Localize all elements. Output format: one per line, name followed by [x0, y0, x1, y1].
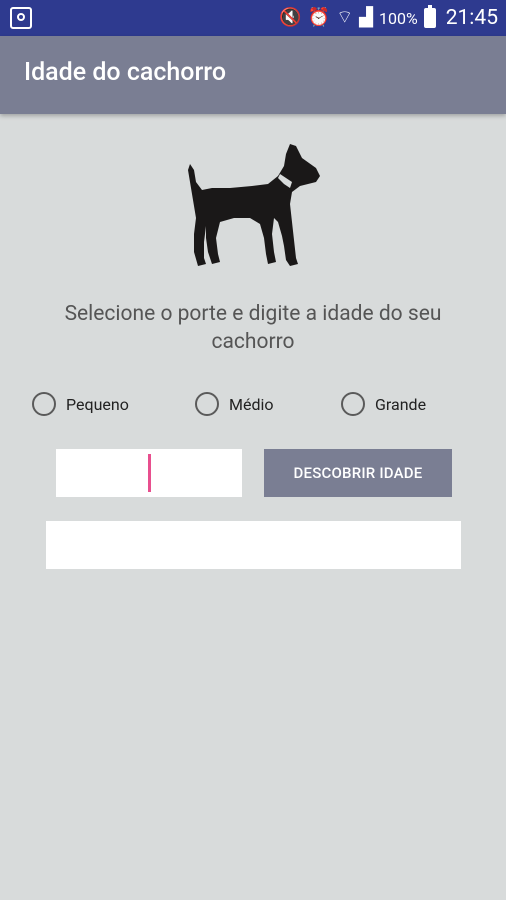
radio-label: Pequeno: [66, 394, 129, 414]
radio-option-pequeno[interactable]: Pequeno: [32, 388, 129, 420]
page-title: Idade do cachorro: [24, 58, 227, 87]
dog-icon: [188, 144, 320, 266]
radio-circle[interactable]: [341, 392, 365, 416]
radio-label: Grande: [375, 394, 427, 414]
battery-icon: [423, 5, 436, 28]
mute-icon: 🔇: [279, 7, 302, 28]
radio-label: Médio: [229, 394, 274, 414]
status-time: 21:45: [445, 6, 498, 30]
radio-option-grande[interactable]: Grande: [341, 388, 426, 420]
signal-icon: ▟: [359, 7, 373, 28]
notification-icon: [10, 7, 32, 29]
text-cursor: [148, 454, 151, 492]
size-radio-group: Pequeno Médio Grande: [0, 388, 506, 420]
instruction-text: Selecione o porte e digite a idade do se…: [64, 302, 442, 354]
radio-circle[interactable]: [32, 392, 56, 416]
status-bar: 🔇 ⏰ ⌔ ▟ 100% 21:45: [0, 0, 506, 36]
alarm-icon: ⏰: [307, 7, 331, 28]
radio-circle[interactable]: [195, 392, 219, 416]
status-icons: 🔇 ⏰ ⌔ ▟ 100% 21:45: [279, 0, 498, 36]
radio-option-medio[interactable]: Médio: [195, 388, 274, 420]
age-input[interactable]: [56, 449, 242, 497]
discover-age-button[interactable]: DESCOBRIR IDADE: [264, 449, 452, 497]
battery-percent: 100%: [379, 8, 418, 28]
app-bar: Idade do cachorro: [0, 36, 506, 114]
wifi-icon: ⌔: [336, 7, 354, 28]
result-field: [46, 521, 461, 569]
